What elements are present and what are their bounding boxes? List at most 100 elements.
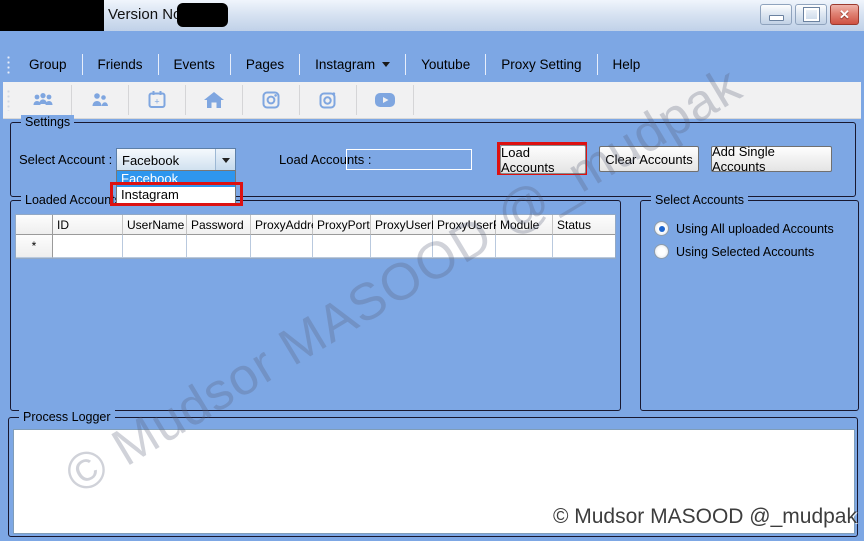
- menu-separator: [82, 54, 83, 75]
- redacted-app-title: [0, 0, 104, 31]
- menu-grip-handle[interactable]: [7, 55, 10, 75]
- events-calendar-icon: +: [146, 89, 168, 111]
- clear-accounts-button[interactable]: Clear Accounts: [599, 146, 699, 172]
- menu-item-proxy-setting[interactable]: Proxy Setting: [488, 52, 594, 77]
- toolbar-pages-button[interactable]: [189, 85, 239, 115]
- table-cell[interactable]: [123, 235, 187, 258]
- table-cell[interactable]: [251, 235, 313, 258]
- toolbar-separator: [242, 85, 243, 115]
- toolbar: +: [3, 82, 861, 119]
- process-logger-textarea[interactable]: [13, 429, 855, 534]
- table-cell[interactable]: [553, 235, 615, 258]
- radio-unselected-icon: [654, 244, 669, 259]
- column-header-proxyusername[interactable]: ProxyUserN: [371, 215, 433, 235]
- chevron-down-icon: [222, 158, 230, 163]
- window-controls: ✕: [760, 4, 859, 25]
- menu-item-instagram[interactable]: Instagram: [302, 52, 403, 77]
- column-header-id[interactable]: ID: [53, 215, 123, 235]
- account-type-dropdown-list: Facebook Instagram: [116, 170, 236, 204]
- menu-separator: [299, 54, 300, 75]
- table-cell[interactable]: [496, 235, 553, 258]
- account-type-combobox[interactable]: Facebook: [116, 148, 236, 172]
- column-header-proxyaddress[interactable]: ProxyAddre: [251, 215, 313, 235]
- minimize-button[interactable]: [760, 4, 792, 25]
- dropdown-option-facebook[interactable]: Facebook: [117, 171, 235, 187]
- menu-item-group[interactable]: Group: [16, 52, 80, 77]
- toolbar-separator: [299, 85, 300, 115]
- dropdown-option-instagram[interactable]: Instagram: [117, 187, 235, 203]
- menu-separator: [405, 54, 406, 75]
- toolbar-youtube-button[interactable]: [360, 85, 410, 115]
- menu-separator: [230, 54, 231, 75]
- toolbar-events-button[interactable]: +: [132, 85, 182, 115]
- menu-separator: [597, 54, 598, 75]
- close-button[interactable]: ✕: [830, 4, 859, 25]
- table-cell[interactable]: [313, 235, 371, 258]
- menu-item-events[interactable]: Events: [161, 52, 228, 77]
- toolbar-separator: [413, 85, 414, 115]
- process-logger-group-label: Process Logger: [19, 410, 115, 425]
- select-accounts-group: Select Accounts Using All uploaded Accou…: [640, 200, 859, 411]
- column-header-username[interactable]: UserName: [123, 215, 187, 235]
- menu-item-help[interactable]: Help: [600, 52, 654, 77]
- svg-text:+: +: [154, 97, 159, 107]
- table-cell[interactable]: [433, 235, 496, 258]
- menu-separator: [158, 54, 159, 75]
- maximize-icon: [804, 8, 819, 21]
- loaded-accounts-group-label: Loaded Accounts: [21, 193, 125, 208]
- app-window: Version No. : ✕ Group Friends Events Pag…: [0, 0, 864, 541]
- column-header-status[interactable]: Status: [553, 215, 615, 235]
- column-header-proxyport[interactable]: ProxyPort: [313, 215, 371, 235]
- toolbar-friends-button[interactable]: [75, 85, 125, 115]
- column-header-password[interactable]: Password: [187, 215, 251, 235]
- menu-item-pages[interactable]: Pages: [233, 52, 297, 77]
- annotation-red-box-load-accounts: Load Accounts: [497, 142, 587, 175]
- toolbar-separator: [71, 85, 72, 115]
- radio-selected-icon: [654, 221, 669, 236]
- redacted-version-number: [177, 3, 228, 27]
- table-cell[interactable]: [53, 235, 123, 258]
- chevron-down-icon: [382, 62, 390, 67]
- title-bar: Version No. : ✕: [0, 0, 864, 31]
- accounts-table[interactable]: ID UserName Password ProxyAddre ProxyPor…: [15, 214, 616, 259]
- column-header-proxyuserpass[interactable]: ProxyUserF: [433, 215, 496, 235]
- table-cell[interactable]: [187, 235, 251, 258]
- toolbar-separator: [356, 85, 357, 115]
- column-header-module[interactable]: Module: [496, 215, 553, 235]
- radio-label: Using Selected Accounts: [676, 245, 814, 259]
- toolbar-grip-handle[interactable]: [7, 89, 10, 111]
- toolbar-instagram-alt-button[interactable]: [303, 85, 353, 115]
- select-accounts-group-label: Select Accounts: [651, 193, 748, 208]
- toolbar-separator: [128, 85, 129, 115]
- radio-using-all-accounts[interactable]: Using All uploaded Accounts: [654, 221, 834, 236]
- menu-bar: Group Friends Events Pages Instagram You…: [4, 49, 860, 80]
- table-new-row[interactable]: *: [16, 235, 615, 258]
- table-cell[interactable]: [371, 235, 433, 258]
- add-single-accounts-button[interactable]: Add Single Accounts: [711, 146, 832, 172]
- load-accounts-button[interactable]: Load Accounts: [500, 145, 586, 174]
- menu-separator: [485, 54, 486, 75]
- toolbar-instagram-button[interactable]: [246, 85, 296, 115]
- radio-using-selected-accounts[interactable]: Using Selected Accounts: [654, 244, 814, 259]
- table-header-row: ID UserName Password ProxyAddre ProxyPor…: [16, 215, 615, 235]
- friends-icon: [89, 90, 111, 110]
- load-accounts-input[interactable]: [346, 149, 472, 170]
- row-header-cell: [16, 215, 53, 235]
- new-row-marker: *: [16, 235, 53, 258]
- settings-group: Settings Select Account : Facebook Faceb…: [10, 122, 856, 197]
- combobox-dropdown-button[interactable]: [215, 149, 235, 171]
- group-icon: [31, 90, 55, 110]
- maximize-button[interactable]: [795, 4, 827, 25]
- toolbar-group-button[interactable]: [18, 85, 68, 115]
- loaded-accounts-group: Loaded Accounts ID UserName Password Pro…: [10, 200, 621, 411]
- minimize-icon: [769, 15, 784, 21]
- menu-item-friends[interactable]: Friends: [85, 52, 156, 77]
- settings-group-label: Settings: [21, 115, 74, 130]
- instagram-icon: [261, 90, 281, 110]
- radio-label: Using All uploaded Accounts: [676, 222, 834, 236]
- youtube-icon: [373, 91, 397, 109]
- menu-item-youtube[interactable]: Youtube: [408, 52, 483, 77]
- toolbar-separator: [185, 85, 186, 115]
- select-account-label: Select Account :: [19, 152, 112, 167]
- pages-home-icon: [203, 90, 225, 110]
